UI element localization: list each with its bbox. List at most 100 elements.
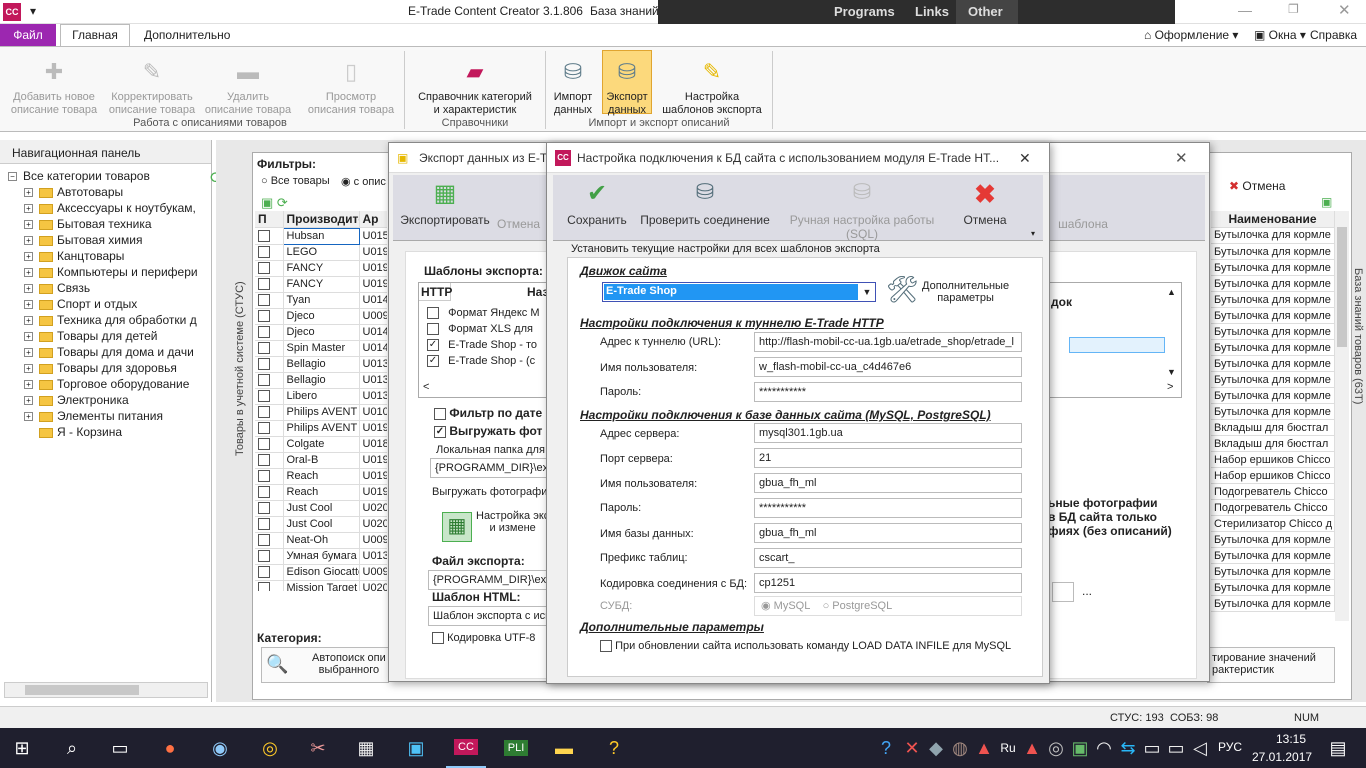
table-row[interactable]: Бутылочка для кормле	[1211, 387, 1335, 404]
export-file-input[interactable]: {PROGRAMM_DIR}\expo	[428, 570, 552, 590]
import-data-button[interactable]: ⛁ Импорт данных	[548, 55, 598, 117]
close-icon[interactable]: ✕	[1338, 1, 1351, 19]
table-row[interactable]: Бутылочка для кормле	[1211, 243, 1335, 260]
scroll-right-icon[interactable]: >	[1167, 381, 1173, 393]
left-vertical-tab[interactable]: Товары в учетной системе (СТУС)	[232, 160, 248, 660]
table-row[interactable]: Набор ершиков Chicco	[1211, 451, 1335, 468]
dialog-close-icon[interactable]: ✕	[1019, 150, 1031, 167]
table-row[interactable]: Edison GiocattoliU009	[255, 564, 387, 581]
table-row[interactable]: Libero U013	[255, 388, 387, 405]
correct-values-button[interactable]: тирование значений рактеристик	[1207, 647, 1335, 683]
table-row[interactable]: Бутылочка для кормле	[1211, 275, 1335, 292]
row-checkbox-cell[interactable]	[255, 500, 284, 517]
template-checkbox[interactable]	[427, 323, 439, 336]
overlay-links[interactable]: Links	[915, 4, 949, 19]
tools-icon[interactable]: 🛠	[886, 274, 919, 305]
row-checkbox-cell[interactable]	[255, 484, 284, 501]
add-description-button[interactable]: ✚ Добавить новое описание товара	[6, 55, 102, 117]
server-input[interactable]: mysql301.1gb.ua	[754, 423, 1022, 443]
tree-item[interactable]: + Аксессуары к ноутбукам,	[8, 200, 208, 216]
table-row[interactable]: Бутылочка для кормле	[1211, 403, 1335, 420]
autosearch-button[interactable]: 🔍 Автопоиск опи выбранного	[261, 647, 389, 683]
table-row[interactable]: Reach U019	[255, 484, 387, 501]
row-checkbox[interactable]	[258, 422, 270, 435]
password-input[interactable]: ***********	[754, 382, 1022, 402]
template-row[interactable]: Формат XLS для	[427, 323, 533, 336]
table-row[interactable]: Бутылочка для кормле	[1211, 563, 1335, 580]
row-checkbox-cell[interactable]	[255, 580, 284, 591]
right-vertical-tab[interactable]: База знаний товаров (63Т)	[1352, 160, 1366, 660]
expand-icon[interactable]: +	[24, 220, 33, 230]
template-button[interactable]: шаблона	[1053, 217, 1113, 231]
port-input[interactable]: 21	[754, 448, 1022, 468]
scroll-down-icon[interactable]: ▼	[1167, 367, 1176, 377]
template-row[interactable]: Формат Яндекс М	[427, 307, 540, 320]
utf8-box[interactable]	[432, 632, 444, 645]
tab-file[interactable]: Файл	[0, 24, 56, 46]
load-data-checkbox[interactable]: При обновлении сайта использовать команд…	[600, 640, 1011, 653]
delete-description-button[interactable]: ▬ Удалить описание товара	[200, 55, 296, 117]
tree-item[interactable]: + Техника для обработки д	[8, 312, 208, 328]
table-row[interactable]: Умная бумага U013	[255, 548, 387, 565]
prefix-input[interactable]: cscart_	[754, 548, 1022, 568]
row-checkbox[interactable]	[258, 502, 270, 515]
tree-item[interactable]: + Торговое оборудование	[8, 376, 208, 392]
table-row[interactable]: Бутылочка для кормле	[1211, 339, 1335, 356]
tree-item[interactable]: + Электроника	[8, 392, 208, 408]
row-checkbox-cell[interactable]	[255, 228, 284, 245]
row-checkbox[interactable]	[258, 262, 270, 275]
tree-item[interactable]: + Элементы питания	[8, 408, 208, 424]
radio-with-desc[interactable]: ◉ с опис	[341, 175, 386, 188]
table-row[interactable]: Бутылочка для кормле	[1211, 291, 1335, 308]
table-row[interactable]: Бутылочка для кормле	[1211, 595, 1335, 612]
export-data-button[interactable]: ⛁ Экспорт данных	[602, 50, 652, 116]
col-header-maker[interactable]: Производите	[283, 211, 360, 228]
table-row[interactable]: FANCY U019	[255, 260, 387, 277]
tree-item[interactable]: + Канцтовары	[8, 248, 208, 264]
file-explorer-icon[interactable]: ▬	[544, 728, 584, 768]
export-cancel-button[interactable]: Отмена	[497, 217, 540, 231]
cancel-link[interactable]: ✖ Отмена	[1229, 179, 1285, 193]
row-checkbox[interactable]	[258, 342, 270, 355]
row-checkbox[interactable]	[258, 486, 270, 499]
row-checkbox-cell[interactable]	[255, 308, 284, 325]
expand-icon[interactable]: +	[24, 364, 33, 374]
help-app-icon[interactable]: ?	[594, 728, 634, 768]
radio-postgresql[interactable]: ○ PostgreSQL	[823, 600, 893, 612]
expand-icon[interactable]: +	[24, 380, 33, 390]
row-checkbox-cell[interactable]	[255, 372, 284, 389]
db-name-input[interactable]: gbua_fh_ml	[754, 523, 1022, 543]
expand-icon[interactable]: +	[24, 204, 33, 214]
row-checkbox[interactable]	[258, 278, 270, 291]
row-checkbox-cell[interactable]	[255, 388, 284, 405]
row-checkbox[interactable]	[258, 310, 270, 323]
manual-sql-button[interactable]: ⛁ Ручная настройка работы (SQL)	[775, 179, 949, 241]
table-row[interactable]: Tyan U014	[255, 292, 387, 309]
tree-item[interactable]: + Бытовая техника	[8, 216, 208, 232]
pli-app-icon[interactable]: PLI	[496, 728, 536, 768]
template-checkbox[interactable]	[427, 307, 439, 320]
table-row[interactable]: Philips AVENT U010	[255, 404, 387, 421]
check-connection-button[interactable]: ⛁ Проверить соединение	[637, 179, 773, 227]
table-row[interactable]: Бутылочка для кормле	[1211, 355, 1335, 372]
tools-app-icon[interactable]: ✂	[298, 728, 338, 768]
engine-select[interactable]: E-Trade Shop ▼	[602, 282, 876, 302]
row-checkbox[interactable]	[258, 358, 270, 371]
row-checkbox[interactable]	[258, 390, 270, 403]
table-row[interactable]: Подогреватель Chicco	[1211, 499, 1335, 516]
save-button[interactable]: ✔ Сохранить	[561, 179, 633, 227]
task-view-icon[interactable]: ▭	[100, 728, 140, 768]
tray-date[interactable]: 27.01.2017	[1252, 750, 1312, 764]
tray-volume-icon[interactable]: ◁	[1180, 728, 1220, 768]
col-header-name[interactable]: Наименование	[1211, 211, 1335, 228]
restore-icon[interactable]: ❐	[1288, 2, 1299, 16]
row-checkbox[interactable]	[258, 566, 270, 579]
table-row[interactable]: Oral-B U019	[255, 452, 387, 469]
table-row[interactable]: Бутылочка для кормле	[1211, 323, 1335, 340]
tree-item[interactable]: + Спорт и отдых	[8, 296, 208, 312]
row-checkbox[interactable]	[258, 246, 270, 259]
expand-icon[interactable]: +	[24, 284, 33, 294]
row-checkbox[interactable]	[258, 294, 270, 307]
tree-item[interactable]: Я - Корзина	[8, 424, 208, 440]
row-checkbox-cell[interactable]	[255, 548, 284, 565]
